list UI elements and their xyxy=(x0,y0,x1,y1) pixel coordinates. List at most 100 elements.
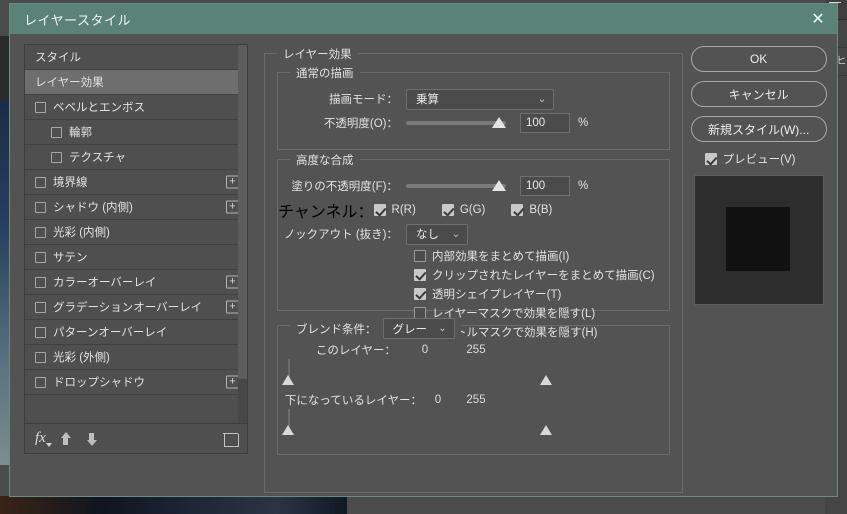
channels-label: チャンネル： xyxy=(278,204,374,221)
advanced-option-label: 透明シェイプレイヤー(T) xyxy=(432,288,562,301)
advanced-option-row[interactable]: 透明シェイプレイヤー(T) xyxy=(414,284,655,303)
styles-list[interactable]: スタイル レイヤー効果 ベベルとエンボス 輪郭 テクスチャ 境界線 + シャドウ (内側) + 光… xyxy=(25,45,247,423)
style-item-label: 輪郭 xyxy=(69,127,92,139)
style-list-item[interactable]: テクスチャ xyxy=(25,145,247,170)
blend-mode-select[interactable]: 乗算 ⌄ xyxy=(406,88,554,110)
advanced-option-checkbox[interactable] xyxy=(414,249,426,262)
style-item-checkbox[interactable] xyxy=(35,201,46,213)
style-list-item[interactable]: パターンオーバーレイ xyxy=(25,320,247,345)
fill-opacity-label: 塗りの不透明度(F)： xyxy=(291,181,398,193)
style-item-checkbox[interactable] xyxy=(35,226,46,238)
channel-label: B(B) xyxy=(529,204,553,216)
style-item-checkbox[interactable] xyxy=(51,151,62,163)
style-item-checkbox[interactable] xyxy=(35,351,46,363)
arrow-down-icon[interactable] xyxy=(86,432,98,446)
style-item-checkbox[interactable] xyxy=(35,251,46,263)
advanced-option-row[interactable]: 内部効果をまとめて描画(I) xyxy=(414,246,655,265)
style-item-checkbox[interactable] xyxy=(35,376,46,388)
style-list-item[interactable]: シャドウ (内側) + xyxy=(25,195,247,220)
style-item-label: サテン xyxy=(53,252,88,264)
background-filmstrip xyxy=(0,496,347,514)
style-list-item[interactable]: 境界線 + xyxy=(25,170,247,195)
new-style-button[interactable]: 新規スタイル(W)... xyxy=(690,116,827,142)
channel-checkbox[interactable] xyxy=(511,204,524,216)
channel-toggle[interactable]: G(G) xyxy=(441,204,485,216)
channel-checkbox[interactable] xyxy=(373,204,386,216)
chevron-down-icon: ⌄ xyxy=(451,228,461,240)
blend-condition-channel-value: グレー xyxy=(392,323,428,336)
style-item-label: シャドウ (内側) xyxy=(53,202,133,214)
trash-icon[interactable] xyxy=(223,431,239,447)
style-item-checkbox[interactable] xyxy=(35,276,46,288)
preview-shape xyxy=(725,207,790,271)
fx-icon[interactable]: fx xyxy=(35,430,52,447)
style-list-item[interactable]: ベベルとエンボス xyxy=(25,95,247,120)
blend-condition-channel-select[interactable]: グレー ⌄ xyxy=(382,318,455,339)
ok-button[interactable]: OK xyxy=(690,46,827,72)
style-item-label: ドロップシャドウ xyxy=(53,377,145,389)
fill-opacity-slider-knob[interactable] xyxy=(492,180,506,191)
style-list-item[interactable]: カラーオーバーレイ + xyxy=(25,270,247,295)
preview-thumbnail xyxy=(693,175,824,305)
fill-opacity-row: 塗りの不透明度(F)： 100 % xyxy=(278,174,655,198)
preview-toggle-row[interactable]: プレビュー(V) xyxy=(704,151,829,167)
advanced-option-checkbox[interactable] xyxy=(414,306,426,319)
knockout-select[interactable]: なし ⌄ xyxy=(406,223,468,245)
style-list-item[interactable]: 光彩 (内側) xyxy=(25,220,247,245)
underlying-layer-min: 0 xyxy=(434,394,442,406)
style-list-item[interactable]: スタイル xyxy=(25,45,247,70)
advanced-blending-title: 高度な合成 xyxy=(290,152,360,168)
style-item-label: レイヤー効果 xyxy=(35,77,104,89)
underlying-layer-left-stop[interactable] xyxy=(282,425,294,435)
close-icon[interactable]: ✕ xyxy=(803,5,833,33)
this-layer-left-stop[interactable] xyxy=(282,375,294,385)
styles-list-frame: スタイル レイヤー効果 ベベルとエンボス 輪郭 テクスチャ 境界線 + シャドウ (内側) + 光… xyxy=(24,44,248,454)
fill-opacity-input[interactable]: 100 xyxy=(520,176,570,196)
opacity-label: 不透明度(O)： xyxy=(323,118,398,130)
advanced-option-row[interactable]: クリップされたレイヤーをまとめて描画(C) xyxy=(414,265,655,284)
style-list-item[interactable]: グラデーションオーバーレイ + xyxy=(25,295,247,320)
blend-mode-row: 描画モード： 乗算 ⌄ xyxy=(278,87,655,111)
style-item-checkbox[interactable] xyxy=(35,176,46,188)
knockout-label: ノックアウト (抜き)： xyxy=(283,229,398,241)
preview-checkbox[interactable] xyxy=(704,153,717,165)
style-list-item[interactable]: ドロップシャドウ + xyxy=(25,370,247,395)
advanced-blending-group: 高度な合成 塗りの不透明度(F)： 100 % チャンネル： R(R) G(G) B… xyxy=(277,152,670,339)
opacity-input[interactable]: 100 xyxy=(520,113,570,133)
dialog-titlebar: レイヤースタイル ✕ xyxy=(10,4,837,34)
style-list-scrollbar-thumb[interactable] xyxy=(238,45,247,379)
arrow-up-icon[interactable] xyxy=(60,431,72,446)
style-item-checkbox[interactable] xyxy=(35,101,46,113)
advanced-option-checkbox[interactable] xyxy=(414,287,426,300)
fill-opacity-unit: % xyxy=(578,180,589,192)
dialog-body: スタイル レイヤー効果 ベベルとエンボス 輪郭 テクスチャ 境界線 + シャドウ (内側) + 光… xyxy=(10,34,837,496)
dialog-title: レイヤースタイル xyxy=(24,12,131,28)
style-item-checkbox[interactable] xyxy=(35,301,46,313)
cancel-button[interactable]: キャンセル xyxy=(690,81,827,107)
style-list-item[interactable]: 光彩 (外側) xyxy=(25,345,247,370)
underlying-layer-ramp-wrap xyxy=(278,409,568,436)
this-layer-ramp-wrap xyxy=(278,359,568,386)
opacity-row: 不透明度(O)： 100 % xyxy=(278,111,655,135)
style-item-checkbox[interactable] xyxy=(51,126,62,138)
blend-mode-label: 描画モード： xyxy=(329,94,398,106)
underlying-layer-label: 下になっているレイヤー： xyxy=(284,395,422,407)
fill-opacity-slider[interactable] xyxy=(406,180,506,191)
style-list-item[interactable]: サテン xyxy=(25,245,247,270)
style-item-label: スタイル xyxy=(35,52,81,64)
channel-checkbox[interactable] xyxy=(441,204,454,216)
layer-style-dialog: レイヤースタイル ✕ スタイルレイヤー効果ベベルとエンボス輪郭テクスチャ 境界線 +… xyxy=(9,3,838,497)
opacity-slider[interactable] xyxy=(406,117,506,128)
background-filmstrip-empty xyxy=(347,496,847,514)
advanced-option-checkbox[interactable] xyxy=(414,268,426,281)
style-item-checkbox[interactable] xyxy=(35,326,46,338)
channel-toggle[interactable]: B(B) xyxy=(511,204,552,216)
channel-toggle[interactable]: R(R) xyxy=(373,204,416,216)
style-list-item[interactable]: レイヤー効果 xyxy=(25,70,247,95)
style-list-scrollbar[interactable] xyxy=(238,45,247,423)
underlying-layer-right-stop[interactable] xyxy=(540,425,552,435)
style-list-item[interactable]: 輪郭 xyxy=(25,120,247,145)
opacity-slider-knob[interactable] xyxy=(492,117,506,128)
blend-conditions-label: ブレンド条件： xyxy=(296,323,377,336)
this-layer-right-stop[interactable] xyxy=(540,375,552,385)
